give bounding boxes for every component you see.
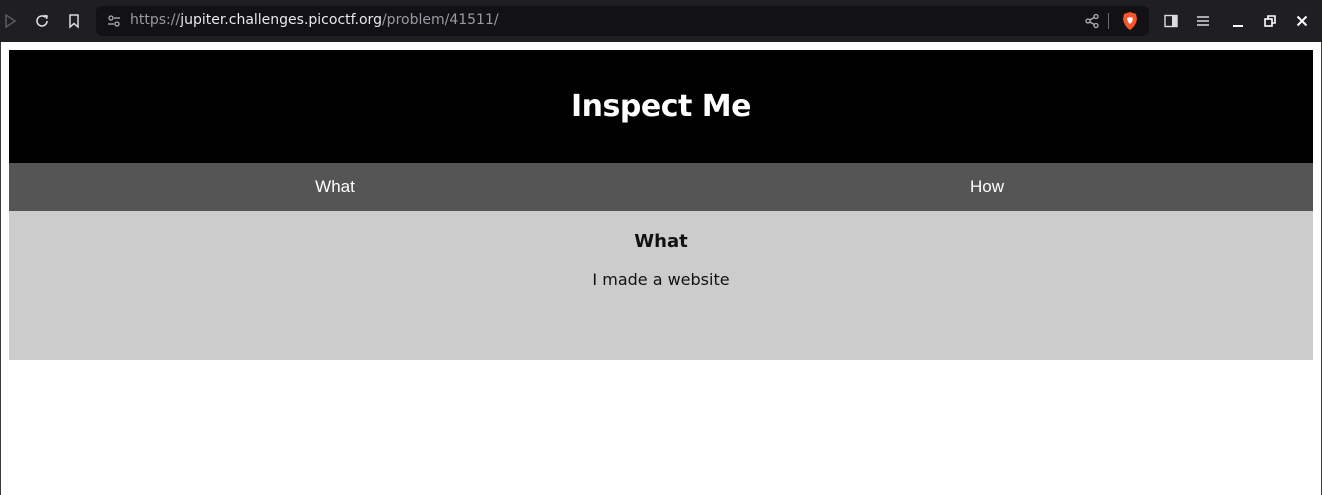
play-icon[interactable] [0, 11, 20, 31]
close-icon[interactable] [1292, 11, 1312, 31]
tab-bar: What How [9, 163, 1313, 211]
reload-icon[interactable] [32, 11, 52, 31]
page-title: Inspect Me [571, 89, 751, 124]
content-heading: What [634, 231, 688, 252]
url-separator [1108, 13, 1109, 29]
share-icon[interactable] [1082, 11, 1102, 31]
restore-icon[interactable] [1260, 11, 1280, 31]
content-text: I made a website [592, 270, 730, 289]
menu-icon[interactable] [1193, 11, 1213, 31]
url-text[interactable]: https://jupiter.challenges.picoctf.org/p… [130, 12, 499, 28]
brave-shield-icon[interactable] [1120, 11, 1140, 31]
tab-what[interactable]: What [9, 163, 661, 211]
page-header: Inspect Me [9, 50, 1313, 163]
page-viewport: Inspect Me What How What I made a websit… [0, 42, 1322, 495]
bookmark-icon[interactable] [64, 11, 84, 31]
url-path: /problem/41511/ [381, 12, 499, 28]
url-host: jupiter.challenges.picoctf.org [180, 12, 382, 28]
address-bar[interactable]: https://jupiter.challenges.picoctf.org/p… [96, 6, 1149, 36]
browser-toolbar: https://jupiter.challenges.picoctf.org/p… [0, 0, 1322, 42]
tab-content: What I made a website [9, 211, 1313, 360]
url-scheme: https:// [130, 12, 181, 28]
tab-how[interactable]: How [661, 163, 1313, 211]
site-settings-icon[interactable] [104, 11, 124, 31]
minimize-icon[interactable] [1228, 11, 1248, 31]
sidebar-icon[interactable] [1161, 11, 1181, 31]
